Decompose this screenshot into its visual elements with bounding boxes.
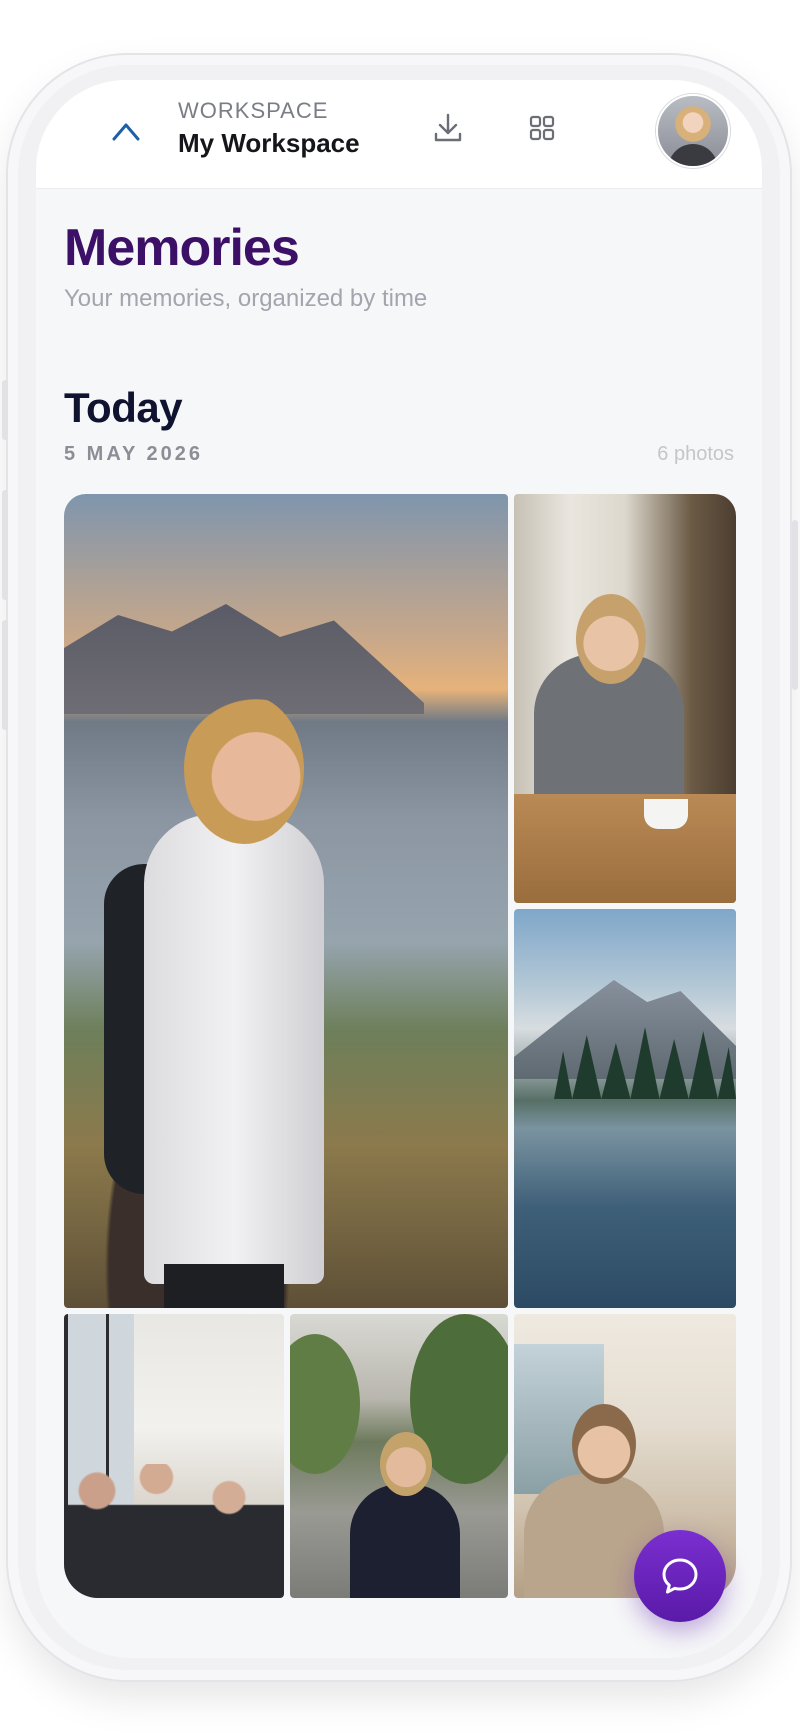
section-title: Today [64,384,183,431]
chevron-up-icon[interactable] [106,113,146,153]
photo-thumbnail[interactable] [64,1314,284,1598]
head-shape [576,594,646,684]
person-figure [104,694,324,1308]
page-title: Memories [64,219,300,277]
download-icon[interactable] [428,108,468,148]
photo-thumbnail[interactable] [514,494,736,903]
head-shape [572,1404,636,1484]
workspace-name[interactable]: My Workspace [178,128,360,159]
avatar[interactable] [656,94,730,168]
side-button [792,520,798,690]
workspace-label: WORKSPACE [178,98,329,123]
grid-icon[interactable] [522,108,562,148]
tree-shape [290,1334,360,1474]
photo-thumbnail[interactable] [290,1314,508,1598]
photo-thumbnail[interactable] [64,494,508,1308]
section-date: 5 MAY 2026 [64,443,203,465]
chat-button[interactable] [634,1530,726,1622]
avatar-shoulders [668,144,718,166]
page-subtitle: Your memories, organized by time [64,285,428,312]
legs-shape [164,1264,284,1308]
photo-count: 6 photos [657,443,734,465]
head-shape [184,694,304,844]
top-bar: WORKSPACE My Workspace [36,80,762,189]
chat-bubble-icon [662,1558,698,1594]
coat-shape [144,814,324,1284]
cup-shape [644,799,688,829]
side-button [2,490,8,600]
side-button [2,380,8,440]
table-shape [514,794,736,903]
photo-thumbnail[interactable] [514,909,736,1308]
head-shape [380,1432,432,1496]
app-screen: WORKSPACE My Workspace Memories Your mem… [36,80,762,1658]
side-button [2,620,8,730]
person-body [350,1484,460,1598]
people-shape [64,1464,284,1598]
